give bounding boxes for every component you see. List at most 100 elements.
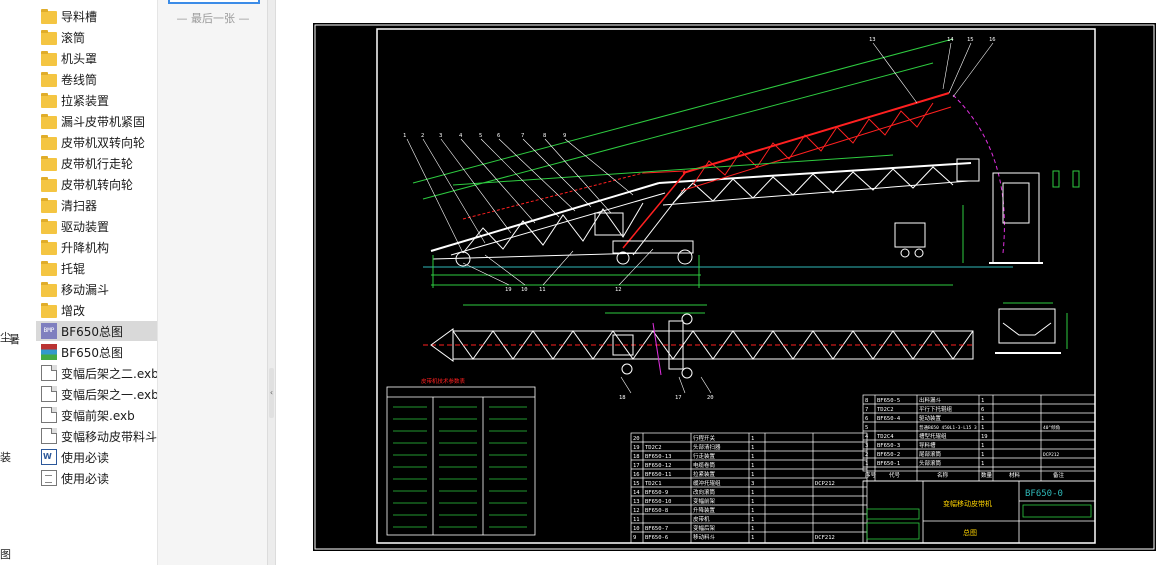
parameter-table bbox=[386, 386, 536, 536]
drawing-title: 变幅移动皮带机 bbox=[943, 499, 992, 508]
bom-cell: 5 bbox=[865, 425, 868, 431]
list-item[interactable]: 机头罩 bbox=[36, 48, 157, 68]
folder-icon bbox=[41, 218, 57, 234]
cad-drawing-image: 1 2 3 4 5 6 7 8 9 13 14 15 16 19 10 11 1… bbox=[313, 23, 1156, 551]
list-item[interactable]: 拉紧装置 bbox=[36, 90, 157, 110]
bom-cell: 1 bbox=[981, 416, 984, 422]
list-item[interactable]: 变幅移动皮带料斗 bbox=[36, 426, 157, 446]
bom-cell: BF650-5 bbox=[877, 398, 900, 404]
list-item[interactable]: 变幅后架之二.exb bbox=[36, 363, 157, 383]
bom-cell: 6 bbox=[865, 416, 868, 422]
bom-cell: 13 bbox=[633, 499, 640, 505]
file-name: 导料槽 bbox=[61, 9, 98, 24]
part-number: 9 bbox=[563, 133, 566, 139]
list-item[interactable]: 皮带机双转向轮 bbox=[36, 132, 157, 152]
bom-cell: 7 bbox=[865, 407, 868, 413]
bom-cell: 2 bbox=[865, 452, 868, 458]
list-item[interactable]: BF650总图 bbox=[36, 342, 157, 362]
bom-cell: BF650-13 bbox=[645, 454, 672, 460]
nav-fragment[interactable]: 装 bbox=[0, 449, 11, 465]
list-item[interactable]: 皮带机转向轮 bbox=[36, 174, 157, 194]
list-item[interactable]: 清扫器 bbox=[36, 195, 157, 215]
pane-splitter[interactable] bbox=[267, 0, 276, 565]
file-name: 皮带机转向轮 bbox=[61, 177, 134, 192]
folder-icon bbox=[41, 134, 57, 150]
folder-icon bbox=[41, 113, 57, 129]
list-item[interactable]: 变幅前架.exb bbox=[36, 405, 157, 425]
part-number: 18 bbox=[619, 395, 626, 401]
collapse-handle-icon[interactable]: ‹ bbox=[269, 368, 274, 418]
bom-cell: 行程开关 bbox=[693, 434, 716, 442]
folder-icon bbox=[41, 302, 57, 318]
list-item[interactable]: 卷线筒 bbox=[36, 69, 157, 89]
bom-cell: TD2C4 bbox=[877, 434, 894, 440]
list-item[interactable]: 升降机构 bbox=[36, 237, 157, 257]
part-number: 17 bbox=[675, 395, 682, 401]
bom-cell: BF650-3 bbox=[877, 443, 900, 449]
bom-cell: 1 bbox=[751, 517, 754, 523]
file-icon bbox=[41, 386, 57, 402]
bom-header: 名称 bbox=[937, 471, 949, 479]
file-name: 升降机构 bbox=[61, 240, 110, 255]
list-item-selected[interactable]: BMP BF650总图 bbox=[36, 321, 157, 341]
archive-icon bbox=[41, 344, 57, 360]
bom-cell: 1 bbox=[981, 398, 984, 404]
bom-cell: 1 bbox=[981, 452, 984, 458]
file-list: 导料槽 滚筒 机头罩 卷线筒 拉紧装置 漏斗皮带机紧固 皮带机双转向轮 皮带机行… bbox=[36, 0, 157, 565]
bom-cell: 1 bbox=[751, 508, 754, 514]
bom-cell: TD2C2 bbox=[877, 407, 894, 413]
bom-cell: 导料槽 bbox=[919, 441, 936, 449]
bom-cell: 19 bbox=[633, 445, 640, 451]
list-item[interactable]: 驱动装置 bbox=[36, 216, 157, 236]
list-item[interactable]: 使用必读 bbox=[36, 447, 157, 467]
bom-cell: 4 bbox=[865, 434, 869, 440]
bom-cell: 1 bbox=[751, 526, 754, 532]
part-number: 19 bbox=[505, 287, 512, 293]
list-item[interactable]: 变幅后架之一.exb bbox=[36, 384, 157, 404]
file-name: 托辊 bbox=[61, 261, 86, 276]
bom-cell: 17 bbox=[633, 463, 640, 469]
nav-fragment[interactable]: 图 bbox=[0, 546, 11, 562]
file-name: 移动漏斗 bbox=[61, 282, 110, 297]
bom-cell: 驱动装置 bbox=[919, 414, 942, 422]
left-pane-stub: 尘 暑 装 图 bbox=[0, 0, 20, 565]
list-item[interactable]: 滚筒 bbox=[36, 27, 157, 47]
cad-drawing-svg: 1 2 3 4 5 6 7 8 9 13 14 15 16 19 10 11 1… bbox=[314, 24, 1155, 550]
bom-cell: BF650-2 bbox=[877, 452, 900, 458]
file-name: 驱动装置 bbox=[61, 219, 110, 234]
bom-cell: BF650-4 bbox=[877, 416, 901, 422]
bom-cell: 20 bbox=[633, 436, 640, 442]
bom-cell: 3 bbox=[865, 443, 868, 449]
selected-thumbnail[interactable] bbox=[168, 0, 260, 4]
bom-cell: 1 bbox=[981, 425, 984, 431]
bom-cell: 1 bbox=[981, 443, 984, 449]
file-name: 皮带机双转向轮 bbox=[61, 135, 146, 150]
folder-icon bbox=[41, 8, 57, 24]
list-item[interactable]: 皮带机行走轮 bbox=[36, 153, 157, 173]
list-item[interactable]: 使用必读 bbox=[36, 468, 157, 488]
list-item[interactable]: 导料槽 bbox=[36, 6, 157, 26]
bom-cell: BF650-12 bbox=[645, 463, 672, 469]
list-item[interactable]: 增改 bbox=[36, 300, 157, 320]
bom-cell: 平行下托辊组 bbox=[919, 405, 953, 413]
list-item[interactable]: 漏斗皮带机紧固 bbox=[36, 111, 157, 131]
bom-cell: 16 bbox=[633, 472, 640, 478]
bom-cell: BF650-9 bbox=[645, 490, 668, 496]
bom-cell: 缓冲托辊组 bbox=[693, 479, 721, 487]
part-number: 3 bbox=[439, 133, 442, 139]
bom-cell: 1 bbox=[981, 461, 984, 467]
bom-cell: 1 bbox=[751, 490, 754, 496]
folder-icon bbox=[41, 29, 57, 45]
file-name: BF650总图 bbox=[61, 345, 124, 360]
bom-note: DCF212 bbox=[815, 535, 835, 541]
thumbnail-strip: — 最后一张 — bbox=[157, 0, 267, 565]
file-icon bbox=[41, 428, 57, 444]
bom-cell: BF650-6 bbox=[645, 535, 668, 541]
list-item[interactable]: 移动漏斗 bbox=[36, 279, 157, 299]
word-doc-icon bbox=[41, 449, 57, 465]
nav-fragment[interactable]: 暑 bbox=[9, 331, 20, 347]
part-number: 7 bbox=[521, 133, 524, 139]
bom-cell: 头部清扫器 bbox=[693, 443, 721, 451]
list-item[interactable]: 托辊 bbox=[36, 258, 157, 278]
bom-cell: 行走装置 bbox=[693, 452, 716, 460]
